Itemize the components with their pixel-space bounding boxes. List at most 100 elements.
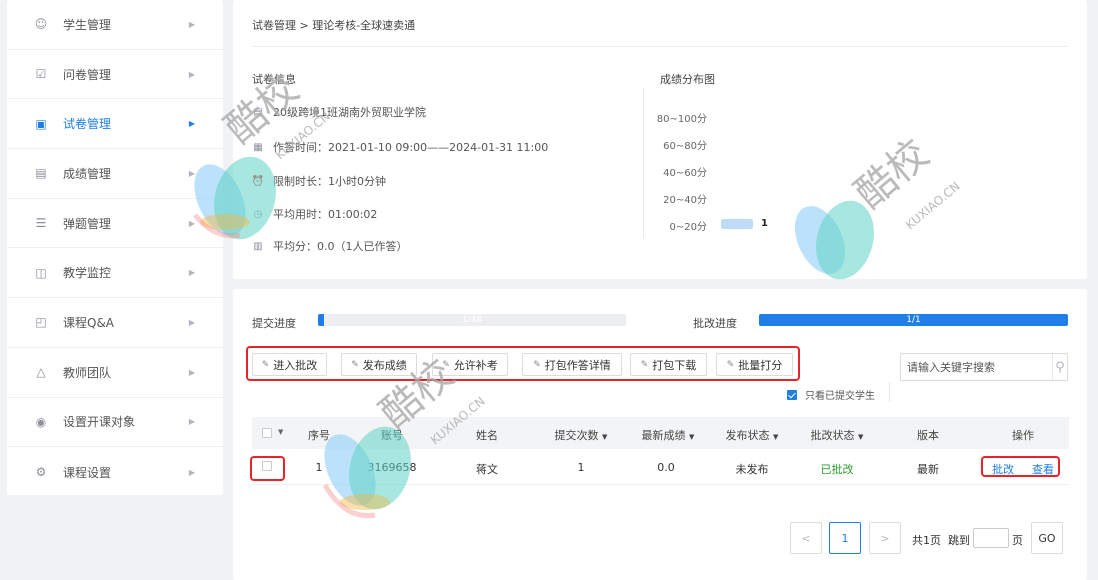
prev-page-button[interactable]: < <box>790 522 822 554</box>
distribution-label: 60~80分 <box>663 141 707 152</box>
table-row: 1 3169658 蒋文 1 0.0 未发布 已批改 最新 批改 查看 <box>252 450 1069 485</box>
sidebar-item-students[interactable]: ☺ 学生管理 ▶ <box>7 0 223 50</box>
sidebar-item-course-settings[interactable]: ⚙ 课程设置 ▶ <box>7 447 223 497</box>
caret-down-icon[interactable]: ▼ <box>278 428 283 436</box>
col-submit-count[interactable]: 提交次数 ▼ <box>555 427 608 443</box>
sidebar-item-label: 问卷管理 <box>63 67 112 82</box>
table-header: ▼ 序号 账号 姓名 提交次数 ▼ 最新成绩 ▼ 发布状态 ▼ 批改状态 ▼ 版… <box>252 417 1069 449</box>
caret-down-icon: ▼ <box>602 433 608 441</box>
pack-download-label: 打包下载 <box>652 358 697 372</box>
edit-icon: ✎ <box>351 359 359 370</box>
distribution-label: 80~100分 <box>656 114 707 125</box>
pack-download-button[interactable]: ✎ 打包下载 <box>630 353 707 376</box>
publish-grades-label: 发布成绩 <box>362 358 407 372</box>
col-account: 账号 <box>381 429 403 442</box>
only-submitted-checkbox[interactable] <box>787 389 797 400</box>
grade-icon: ▤ <box>35 166 47 181</box>
total-pages: 共1页 <box>912 534 941 547</box>
sidebar-item-surveys[interactable]: ☑ 问卷管理 ▶ <box>7 50 223 100</box>
search-icon[interactable]: ⚲ <box>1052 354 1067 380</box>
chevron-right-icon: ▶ <box>188 119 195 129</box>
jump-page-input[interactable] <box>973 528 1009 548</box>
actions-highlight <box>981 456 1060 477</box>
only-submitted-filter[interactable]: 只看已提交学生 <box>787 387 875 402</box>
distribution-title: 成绩分布图 <box>660 73 715 86</box>
row-review-status: 已批改 <box>820 463 854 476</box>
page-1-button[interactable]: 1 <box>829 522 861 554</box>
sidebar-item-label: 设置开课对象 <box>63 415 136 430</box>
submit-progress-bar: 1/48 <box>318 314 626 326</box>
page-unit: 页 <box>1012 534 1023 547</box>
chevron-right-icon: ▶ <box>188 69 195 79</box>
caret-down-icon: ▼ <box>858 433 864 441</box>
row-checkbox-highlight <box>250 456 285 481</box>
review-progress-label: 批改进度 <box>693 317 737 330</box>
start-review-button[interactable]: ✎ 进入批改 <box>252 353 327 376</box>
submission-card: 提交进度 1/48 批改进度 1/1 ✎ 进入批改 ✎ 发布成绩 ✎ 允许补考 ✎ 打包… <box>233 289 1087 580</box>
sidebar-item-team[interactable]: △ 教师团队 ▶ <box>7 348 223 398</box>
divider <box>889 382 890 402</box>
col-index: 序号 <box>308 429 330 442</box>
search-input[interactable] <box>901 354 1052 380</box>
sidebar-item-course-target[interactable]: ◉ 设置开课对象 ▶ <box>7 398 223 448</box>
sidebar-item-label: 课程设置 <box>63 465 112 480</box>
caret-down-icon: ▼ <box>689 433 695 441</box>
sidebar-item-popup-questions[interactable]: ☰ 弹题管理 ▶ <box>7 199 223 249</box>
info-duration: 限制时长：1小时0分钟 <box>273 175 386 188</box>
col-latest-score-label: 最新成绩 <box>641 429 686 442</box>
submit-progress-text: 1/48 <box>461 315 483 325</box>
row-submit-count: 1 <box>577 461 585 474</box>
col-latest-score[interactable]: 最新成绩 ▼ <box>642 427 695 443</box>
target-icon: ◉ <box>35 414 47 429</box>
clock-icon: ◷ <box>253 208 263 220</box>
submit-progress-label: 提交进度 <box>252 317 296 330</box>
chevron-right-icon: ▶ <box>188 317 195 327</box>
sidebar-item-label: 成绩管理 <box>63 166 112 181</box>
go-button[interactable]: GO <box>1031 522 1063 554</box>
info-time-row: ▦ 作答时间：2021-01-10 09:00——2024-01-31 11:00 <box>252 139 548 155</box>
search-box: ⚲ <box>900 353 1068 381</box>
batch-score-label: 批量打分 <box>738 358 783 372</box>
distribution-label: 0~20分 <box>669 222 707 233</box>
info-time: 作答时间：2021-01-10 09:00——2024-01-31 11:00 <box>273 141 549 154</box>
col-version: 版本 <box>917 429 939 442</box>
publish-grades-button[interactable]: ✎ 发布成绩 <box>341 353 417 376</box>
info-duration-row: ⏰ 限制时长：1小时0分钟 <box>252 173 386 189</box>
chevron-right-icon: ▶ <box>188 367 195 377</box>
col-publish-status[interactable]: 发布状态 ▼ <box>726 427 779 443</box>
sidebar-item-qa[interactable]: ◰ 课程Q&A ▶ <box>7 298 223 348</box>
row-index: 1 <box>315 461 323 474</box>
select-all-checkbox[interactable] <box>262 428 272 438</box>
sidebar-item-monitor[interactable]: ◫ 教学监控 ▶ <box>7 248 223 299</box>
review-progress-bar: 1/1 <box>759 314 1068 326</box>
sidebar-item-label: 弹题管理 <box>63 216 112 231</box>
edit-icon: ✎ <box>640 359 649 370</box>
sidebar-item-exams[interactable]: ▣ 试卷管理 ▶ <box>7 99 223 150</box>
chevron-right-icon: ▶ <box>188 168 195 178</box>
chevron-right-icon: ▶ <box>188 268 195 278</box>
col-review-status[interactable]: 批改状态 ▼ <box>811 427 864 443</box>
exam-info-title: 试卷信息 <box>252 73 296 86</box>
breadcrumb: 试卷管理 > 理论考核-全球速卖通 <box>252 19 416 32</box>
student-icon: ☺ <box>34 17 48 32</box>
col-publish-status-label: 发布状态 <box>725 429 770 442</box>
chevron-right-icon: ▶ <box>188 417 195 427</box>
info-avg-time-row: ◷ 平均用时：01:00:02 <box>252 206 378 222</box>
popup-question-icon: ☰ <box>35 216 47 231</box>
next-page-button[interactable]: > <box>869 522 901 554</box>
exam-info-card: 试卷管理 > 理论考核-全球速卖通 试卷信息 ▤ 20级跨境1班湖南外贸职业学院 … <box>233 0 1087 279</box>
pack-details-button[interactable]: ✎ 打包作答详情 <box>522 353 622 376</box>
sidebar-item-label: 教学监控 <box>63 266 112 281</box>
allow-retake-button[interactable]: ✎ 允许补考 <box>432 353 508 376</box>
allow-retake-label: 允许补考 <box>453 358 498 372</box>
sidebar-item-grades[interactable]: ▤ 成绩管理 ▶ <box>7 149 223 199</box>
sidebar-item-label: 试卷管理 <box>63 117 112 132</box>
distribution-label: 40~60分 <box>663 168 707 179</box>
row-publish-status: 未发布 <box>735 463 769 476</box>
batch-score-button[interactable]: ✎ 批量打分 <box>716 353 793 376</box>
row-name: 蒋文 <box>476 463 498 476</box>
info-class: 20级跨境1班湖南外贸职业学院 <box>273 106 426 119</box>
caret-down-icon: ▼ <box>773 433 779 441</box>
edit-icon: ✎ <box>261 359 270 370</box>
chevron-right-icon: ▶ <box>188 467 195 477</box>
